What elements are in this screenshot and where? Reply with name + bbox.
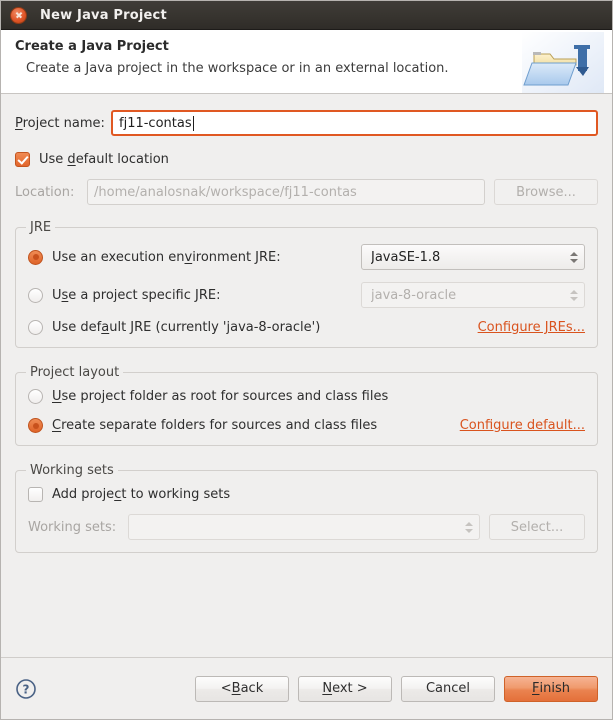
text-caret [192, 115, 194, 131]
window-titlebar: New Java Project [1, 1, 612, 30]
window-title: New Java Project [40, 7, 167, 23]
wizard-header: Create a Java Project Create a Java proj… [1, 30, 612, 94]
location-input: /home/analosnak/workspace/fj11-contas [87, 179, 485, 205]
project-name-input[interactable]: fj11-contas [111, 110, 598, 136]
execution-environment-value: JavaSE-1.8 [371, 249, 441, 265]
working-sets-select-row: Working sets: Select... [28, 514, 585, 540]
use-default-location-row: Use default location [15, 152, 598, 167]
browse-button: Browse... [494, 179, 598, 205]
jre-project-specific-radio[interactable] [28, 287, 43, 303]
finish-button[interactable]: Finish [504, 675, 598, 702]
project-jre-value: java-8-oracle [371, 287, 457, 303]
layout-project-folder-radio[interactable] [28, 389, 43, 404]
dialog-footer: ? < Back Next > Cancel Finish [1, 657, 612, 719]
project-name-row: Project name: fj11-contas [15, 110, 598, 136]
project-layout-group: Project layout Use project folder as roo… [15, 365, 598, 446]
layout-separate-folders-row: Create separate folders for sources and … [28, 418, 585, 433]
wizard-body: Project name: fj11-contas Use default lo… [1, 94, 612, 657]
layout-project-folder-row: Use project folder as root for sources a… [28, 389, 585, 404]
layout-separate-folders-radio[interactable] [28, 418, 43, 433]
next-button[interactable]: Next > [298, 675, 392, 702]
working-sets-group: Working sets Add project to working sets… [15, 463, 598, 553]
jre-project-specific-row: Use a project specific JRE: java-8-oracl… [28, 282, 585, 308]
project-name-value: fj11-contas [119, 115, 192, 131]
cancel-button[interactable]: Cancel [401, 675, 495, 702]
location-value: /home/analosnak/workspace/fj11-contas [94, 184, 357, 200]
location-row: Location: /home/analosnak/workspace/fj11… [15, 179, 598, 205]
add-to-working-sets-row: Add project to working sets [28, 487, 585, 502]
working-sets-label: Working sets: [28, 519, 117, 535]
configure-default-link[interactable]: Configure default... [460, 418, 585, 433]
chevron-updown-icon [569, 287, 578, 303]
jre-execution-env-radio[interactable] [28, 249, 43, 265]
project-layout-group-title: Project layout [26, 365, 124, 380]
chevron-updown-icon [569, 249, 578, 265]
working-sets-group-title: Working sets [26, 463, 118, 478]
jre-group: JRE Use an execution environment JRE: Ja… [15, 220, 598, 348]
jre-execution-env-row: Use an execution environment JRE: JavaSE… [28, 244, 585, 270]
working-sets-combo [128, 514, 480, 540]
close-icon[interactable] [10, 6, 27, 24]
java-project-folder-icon [522, 32, 604, 93]
help-icon[interactable]: ? [15, 678, 37, 700]
add-to-working-sets-label: Add project to working sets [52, 487, 231, 502]
jre-group-title: JRE [26, 220, 56, 235]
configure-jres-link[interactable]: Configure JREs... [478, 320, 585, 335]
use-default-location-checkbox[interactable] [15, 152, 30, 167]
page-title: Create a Java Project [15, 39, 169, 54]
project-jre-combo: java-8-oracle [361, 282, 585, 308]
jre-default-radio[interactable] [28, 320, 43, 335]
jre-execution-env-label: Use an execution environment JRE: [52, 249, 281, 265]
layout-separate-folders-label: Create separate folders for sources and … [52, 418, 378, 433]
location-label: Location: [15, 184, 75, 200]
chevron-updown-icon [464, 519, 473, 535]
add-to-working-sets-checkbox[interactable] [28, 487, 43, 502]
jre-project-specific-label: Use a project specific JRE: [52, 287, 221, 303]
jre-default-row: Use default JRE (currently 'java-8-oracl… [28, 320, 585, 335]
layout-project-folder-label: Use project folder as root for sources a… [52, 389, 389, 404]
new-java-project-dialog: New Java Project Create a Java Project C… [0, 0, 613, 720]
svg-text:?: ? [23, 682, 30, 696]
select-working-sets-button: Select... [489, 514, 585, 540]
page-description: Create a Java project in the workspace o… [26, 61, 449, 76]
jre-default-label: Use default JRE (currently 'java-8-oracl… [52, 320, 321, 335]
use-default-location-label: Use default location [39, 152, 169, 167]
project-name-label: Project name: [15, 115, 105, 131]
execution-environment-combo[interactable]: JavaSE-1.8 [361, 244, 585, 270]
back-button[interactable]: < Back [195, 675, 289, 702]
